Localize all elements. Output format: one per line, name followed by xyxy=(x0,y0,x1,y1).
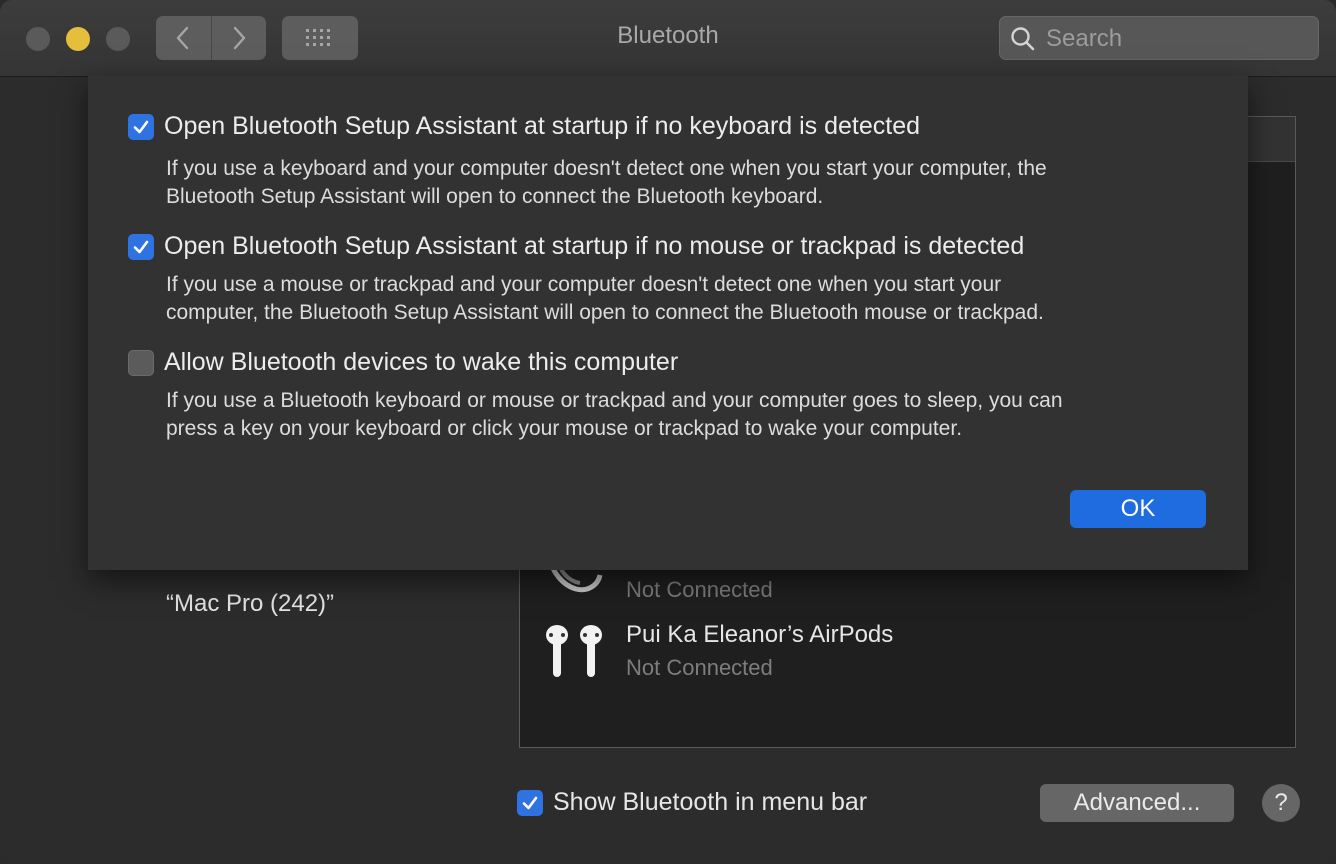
device-status: Not Connected xyxy=(626,655,773,680)
description-line: If you use a mouse or trackpad and your … xyxy=(166,273,1002,296)
option-mouse-setup: Open Bluetooth Setup Assistant at startu… xyxy=(128,232,1196,327)
mouse-setup-label[interactable]: Open Bluetooth Setup Assistant at startu… xyxy=(164,232,1024,261)
description-line: computer, the Bluetooth Setup Assistant … xyxy=(166,301,1044,324)
computer-name-label: “Mac Pro (242)” xyxy=(166,590,335,617)
keyboard-setup-description: If you use a keyboard and your computer … xyxy=(166,155,1196,211)
advanced-button[interactable]: Advanced... xyxy=(1040,784,1234,822)
close-window-button[interactable] xyxy=(26,27,50,51)
description-line: If you use a Bluetooth keyboard or mouse… xyxy=(166,389,1063,412)
checkmark-icon xyxy=(133,120,149,133)
grid-icon xyxy=(306,29,330,46)
device-name: Pui Ka Eleanor’s AirPods xyxy=(626,621,894,648)
airpods-icon xyxy=(546,625,602,677)
search-input[interactable] xyxy=(1046,25,1296,53)
minimize-window-button[interactable] xyxy=(66,27,90,51)
keyboard-setup-checkbox[interactable] xyxy=(128,113,154,140)
search-field[interactable] xyxy=(999,16,1319,60)
mouse-setup-checkbox[interactable] xyxy=(128,233,154,260)
search-icon xyxy=(1011,27,1035,51)
checkmark-icon xyxy=(133,240,149,253)
description-line: press a key on your keyboard or click yo… xyxy=(166,417,963,440)
device-row[interactable]: Pui Ka Eleanor’s AirPods Not Connected xyxy=(520,619,1295,707)
zoom-window-button[interactable] xyxy=(106,27,130,51)
bluetooth-preferences-window: Bluetooth “Mac Pro (242)” Not Connected xyxy=(0,0,1336,864)
ok-button[interactable]: OK xyxy=(1070,490,1206,528)
forward-button[interactable] xyxy=(210,16,267,60)
help-button[interactable]: ? xyxy=(1262,784,1300,822)
device-status: Not Connected xyxy=(626,577,773,602)
option-wake-computer: Allow Bluetooth devices to wake this com… xyxy=(128,348,1196,443)
chevron-left-icon xyxy=(177,26,189,50)
back-forward-group xyxy=(156,16,266,60)
wake-computer-checkbox[interactable] xyxy=(128,349,154,376)
show-all-button[interactable] xyxy=(282,16,358,60)
show-in-menu-bar-label[interactable]: Show Bluetooth in menu bar xyxy=(553,788,867,817)
show-in-menu-bar-checkbox[interactable] xyxy=(517,789,543,816)
description-line: Bluetooth Setup Assistant will open to c… xyxy=(166,185,824,208)
title-bar: Bluetooth xyxy=(0,0,1336,77)
description-line: If you use a keyboard and your computer … xyxy=(166,157,1047,180)
option-keyboard-setup: Open Bluetooth Setup Assistant at startu… xyxy=(128,112,1196,211)
mouse-setup-description: If you use a mouse or trackpad and your … xyxy=(166,271,1196,327)
window-title: Bluetooth xyxy=(617,22,719,49)
advanced-options-sheet: Open Bluetooth Setup Assistant at startu… xyxy=(88,76,1248,570)
wake-computer-description: If you use a Bluetooth keyboard or mouse… xyxy=(166,387,1196,443)
keyboard-setup-label[interactable]: Open Bluetooth Setup Assistant at startu… xyxy=(164,112,920,141)
back-button[interactable] xyxy=(156,16,211,60)
wake-computer-label[interactable]: Allow Bluetooth devices to wake this com… xyxy=(164,348,678,377)
checkmark-icon xyxy=(522,796,538,809)
chevron-right-icon xyxy=(233,26,245,50)
show-in-menu-bar-option[interactable]: Show Bluetooth in menu bar xyxy=(517,788,867,817)
